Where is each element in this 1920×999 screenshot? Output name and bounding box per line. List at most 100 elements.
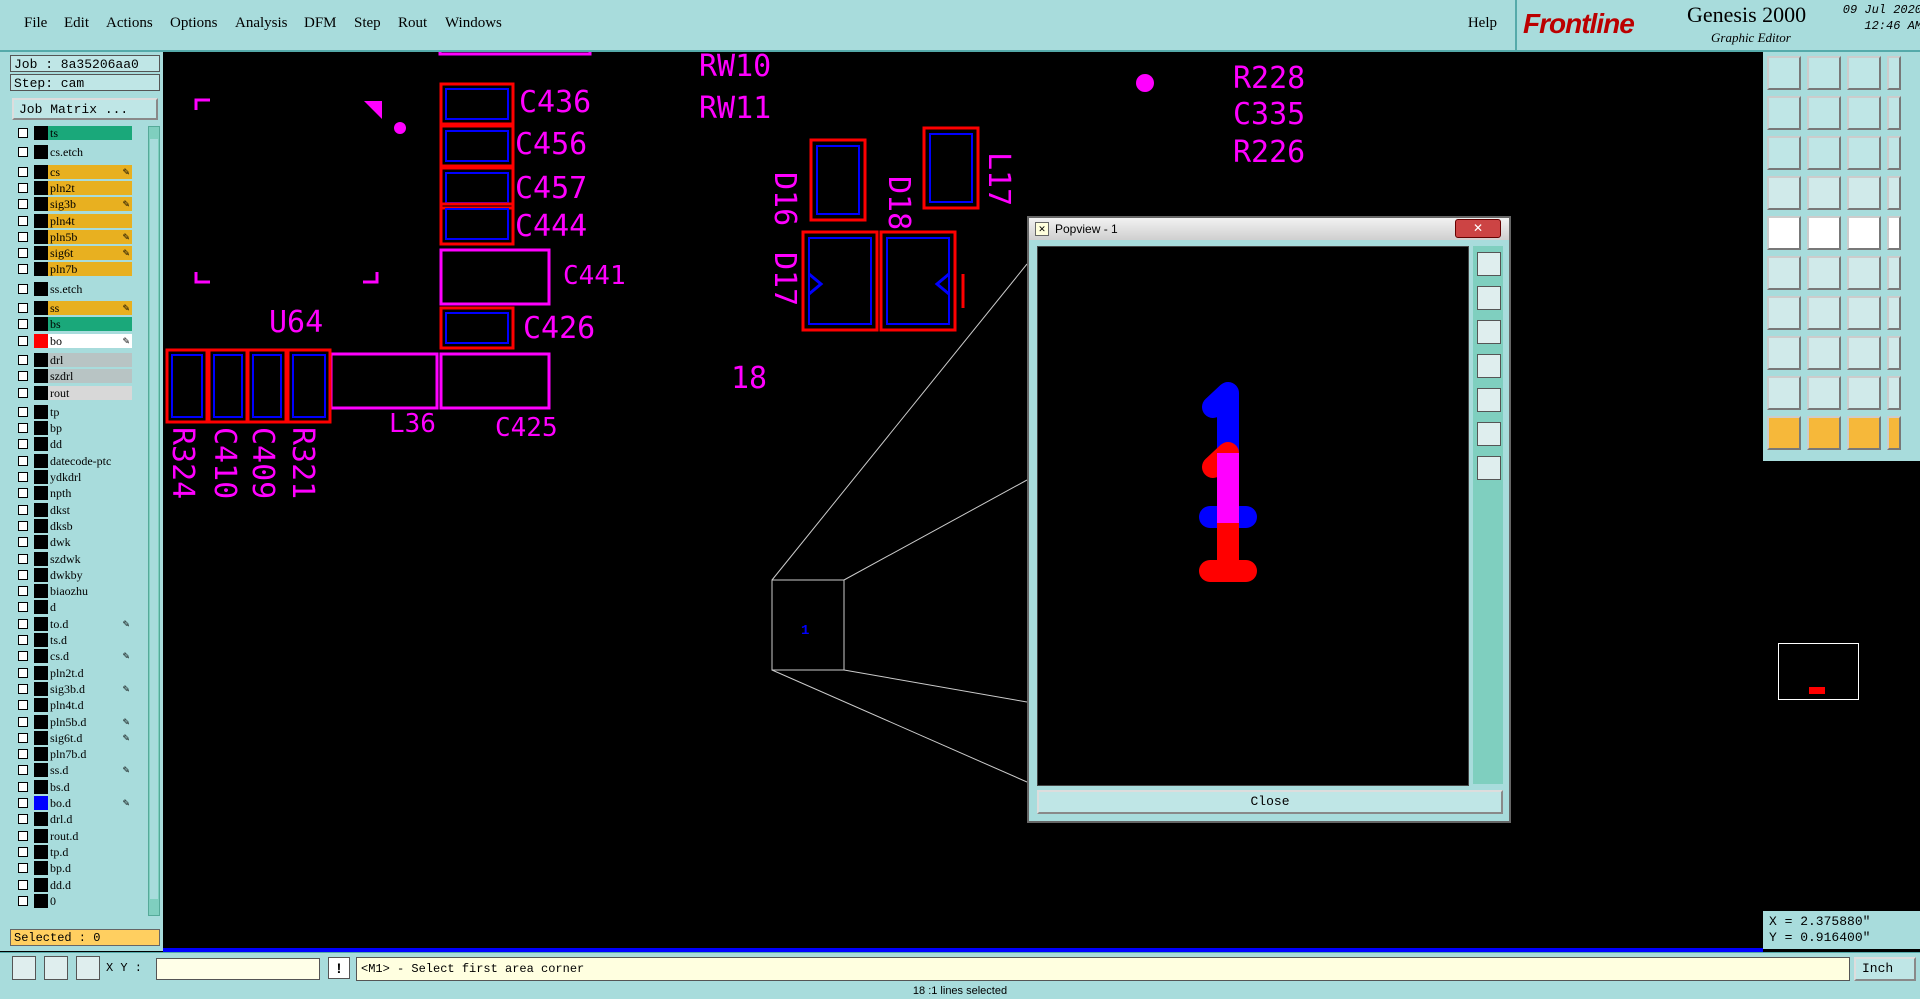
tool-button[interactable]: [1807, 176, 1841, 210]
tool-button[interactable]: [1807, 376, 1841, 410]
layer-row[interactable]: bp.d: [12, 861, 134, 876]
menu-windows[interactable]: Windows: [445, 15, 502, 32]
layer-name[interactable]: szdwk: [48, 551, 132, 566]
layer-name[interactable]: pln4t: [48, 213, 132, 228]
menu-actions[interactable]: Actions: [106, 15, 153, 32]
layer-color-swatch[interactable]: [34, 180, 48, 195]
layer-color-swatch[interactable]: [34, 421, 48, 436]
layer-color-swatch[interactable]: [34, 369, 48, 384]
layer-checkbox[interactable]: [18, 423, 28, 434]
layer-color-swatch[interactable]: [34, 518, 48, 533]
layer-color-swatch[interactable]: [34, 352, 48, 367]
layer-name[interactable]: dksb: [48, 518, 132, 533]
layer-row[interactable]: npth: [12, 486, 134, 501]
layer-name[interactable]: drl.d: [48, 812, 132, 827]
layer-name[interactable]: drl: [48, 352, 132, 367]
layer-row[interactable]: ts.d: [12, 633, 134, 647]
tool-button[interactable]: [1807, 256, 1841, 290]
tool-button[interactable]: [1847, 296, 1881, 330]
popview-close-button[interactable]: Close: [1037, 790, 1503, 814]
layer-color-swatch[interactable]: [34, 747, 48, 762]
layer-checkbox[interactable]: [18, 215, 28, 226]
layer-row[interactable]: pln7b.d: [12, 747, 134, 762]
layer-name[interactable]: pln2t: [48, 180, 132, 195]
layer-checkbox[interactable]: [18, 354, 28, 365]
menu-help[interactable]: Help: [1468, 15, 1497, 32]
layer-name[interactable]: pln7b: [48, 262, 132, 277]
layer-color-swatch[interactable]: [34, 333, 48, 348]
layer-scrollbar[interactable]: [148, 126, 160, 916]
layer-color-swatch[interactable]: [34, 213, 48, 228]
layer-checkbox[interactable]: [18, 667, 28, 678]
layer-name[interactable]: bs.d: [48, 779, 132, 794]
layer-checkbox[interactable]: [18, 732, 28, 743]
layer-color-swatch[interactable]: [34, 714, 48, 729]
layer-row[interactable]: d: [12, 600, 134, 615]
layer-checkbox[interactable]: [18, 814, 28, 825]
layer-row[interactable]: drl.d: [12, 812, 134, 827]
layer-row[interactable]: ts: [12, 126, 134, 140]
layer-name[interactable]: sig3b.d: [48, 681, 132, 696]
layer-color-swatch[interactable]: [34, 535, 48, 550]
tool-button[interactable]: [1847, 256, 1881, 290]
layer-name[interactable]: pln7b.d: [48, 747, 132, 762]
layer-row[interactable]: to.d ✎: [12, 616, 134, 631]
tool-button[interactable]: [1767, 96, 1801, 130]
layer-color-swatch[interactable]: [34, 665, 48, 680]
layer-row[interactable]: bo ✎: [12, 333, 134, 348]
tool-button[interactable]: [1887, 256, 1901, 290]
layer-checkbox[interactable]: [18, 488, 28, 499]
layer-name[interactable]: dwkby: [48, 567, 132, 582]
layer-name[interactable]: bo: [48, 333, 132, 348]
layer-color-swatch[interactable]: [34, 317, 48, 332]
zoom-area-icon[interactable]: [12, 956, 36, 980]
xy-input[interactable]: [156, 958, 320, 980]
tool-button[interactable]: [1807, 416, 1841, 450]
layer-color-swatch[interactable]: [34, 616, 48, 631]
layer-row[interactable]: ss ✎: [12, 301, 134, 315]
layer-name[interactable]: dd: [48, 437, 132, 452]
layer-row[interactable]: tp: [12, 404, 134, 419]
layer-checkbox[interactable]: [18, 781, 28, 792]
layer-row[interactable]: pln2t: [12, 180, 134, 195]
tool-button[interactable]: [1807, 296, 1841, 330]
tool-button[interactable]: [1767, 336, 1801, 370]
layer-checkbox[interactable]: [18, 602, 28, 613]
layer-name[interactable]: ts.d: [48, 633, 132, 647]
layer-name[interactable]: pln4t.d: [48, 698, 132, 713]
layer-name[interactable]: datecode-ptc: [48, 453, 132, 468]
grid-icon[interactable]: [76, 956, 100, 980]
layer-checkbox[interactable]: [18, 283, 28, 294]
layer-checkbox[interactable]: [18, 749, 28, 760]
layer-checkbox[interactable]: [18, 553, 28, 564]
message-button[interactable]: !: [328, 957, 350, 979]
layer-name[interactable]: dd.d: [48, 877, 132, 892]
layer-row[interactable]: cs.d ✎: [12, 649, 134, 664]
popview-titlebar[interactable]: ✕ Popview - 1 ✕: [1029, 218, 1509, 240]
layer-color-swatch[interactable]: [34, 681, 48, 696]
layer-checkbox[interactable]: [18, 248, 28, 259]
layer-row[interactable]: rout: [12, 385, 134, 400]
layer-name[interactable]: szdrl: [48, 369, 132, 384]
layer-color-swatch[interactable]: [34, 404, 48, 419]
tool-button[interactable]: [1807, 216, 1841, 250]
layer-checkbox[interactable]: [18, 455, 28, 466]
layer-color-swatch[interactable]: [34, 229, 48, 244]
tool-button[interactable]: [1887, 176, 1901, 210]
layer-row[interactable]: dksb: [12, 518, 134, 533]
layer-color-swatch[interactable]: [34, 385, 48, 400]
layer-name[interactable]: pln2t.d: [48, 665, 132, 680]
layer-name[interactable]: sig3b: [48, 197, 132, 212]
layer-row[interactable]: ss.d ✎: [12, 763, 134, 778]
layer-color-swatch[interactable]: [34, 502, 48, 517]
layer-row[interactable]: dd: [12, 437, 134, 452]
layer-name[interactable]: dwk: [48, 535, 132, 550]
layer-color-swatch[interactable]: [34, 600, 48, 615]
tool-button[interactable]: [1887, 136, 1901, 170]
layer-color-swatch[interactable]: [34, 763, 48, 778]
tool-button[interactable]: [1847, 416, 1881, 450]
layer-name[interactable]: rout.d: [48, 828, 132, 843]
tool-button[interactable]: [1847, 56, 1881, 90]
layer-color-swatch[interactable]: [34, 486, 48, 501]
tool-button[interactable]: [1807, 136, 1841, 170]
